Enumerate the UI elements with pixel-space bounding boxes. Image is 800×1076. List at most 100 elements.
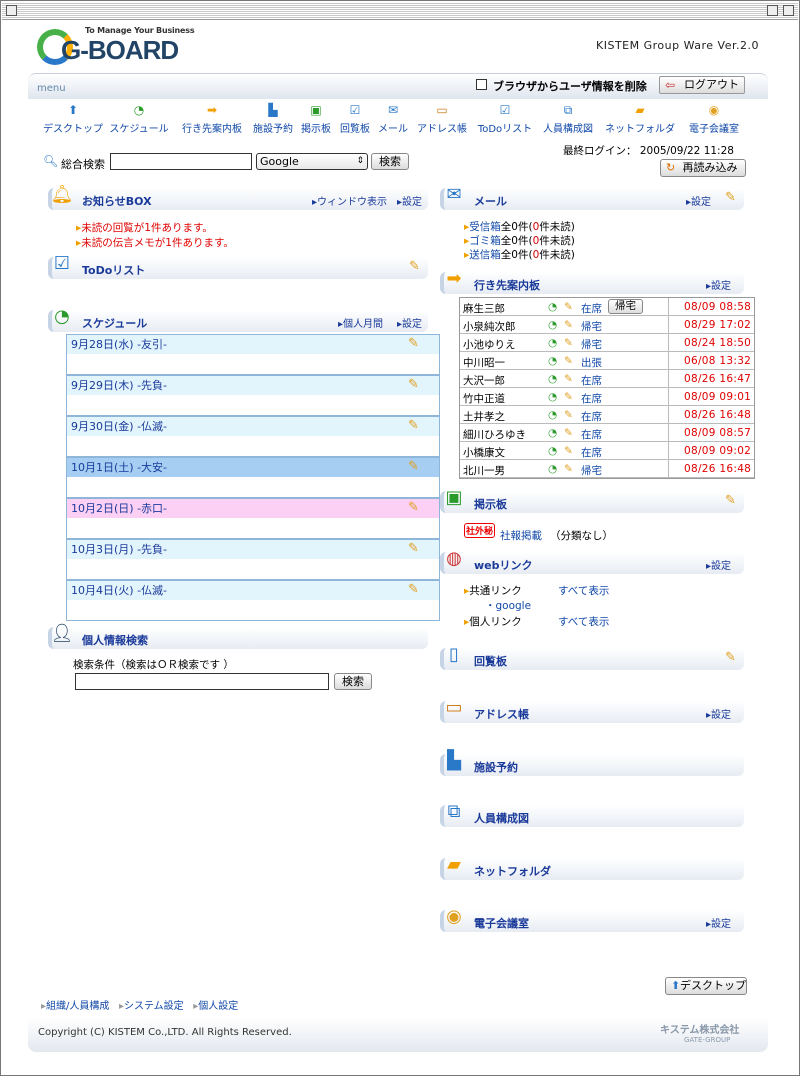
clock-icon[interactable]: ◔ bbox=[548, 355, 557, 367]
weblink-settings-link[interactable]: ▸設定 bbox=[706, 557, 731, 572]
member-status[interactable]: 在席 bbox=[581, 427, 602, 442]
notice-window-link[interactable]: ▸ウィンドウ表示 bbox=[312, 193, 387, 208]
member-status[interactable]: 在席 bbox=[581, 391, 602, 406]
edit-pen-icon[interactable]: ✎ bbox=[564, 409, 573, 421]
member-status[interactable]: 在席 bbox=[581, 373, 602, 388]
search-button[interactable]: 検索 bbox=[371, 153, 409, 170]
schedule-settings-link[interactable]: ▸設定 bbox=[397, 315, 422, 330]
bbs-title[interactable]: 掲示板 bbox=[474, 496, 507, 512]
schedule-day[interactable]: 10月3日(月) -先負- ✎ bbox=[66, 539, 440, 580]
go-home-button[interactable]: 帰宅 bbox=[608, 299, 643, 314]
clock-icon[interactable]: ◔ bbox=[548, 463, 557, 475]
edit-pen-icon[interactable]: ✎ bbox=[564, 337, 573, 349]
address-settings-link[interactable]: ▸設定 bbox=[706, 706, 731, 721]
org-title[interactable]: 人員構成図 bbox=[474, 810, 529, 826]
schedule-monthly-link[interactable]: ▸個人月間 bbox=[338, 315, 383, 330]
clock-icon[interactable]: ◔ bbox=[548, 409, 557, 421]
todo-title[interactable]: ToDoリスト bbox=[82, 262, 145, 278]
search-engine-select[interactable]: Google ⇕ bbox=[256, 153, 368, 170]
destination-title[interactable]: 行き先案内板 bbox=[474, 277, 540, 293]
schedule-day-label[interactable]: 10月4日(火) -仏滅- bbox=[67, 581, 439, 600]
edit-pen-icon[interactable]: ✎ bbox=[408, 418, 424, 434]
edit-pen-icon[interactable]: ✎ bbox=[408, 582, 424, 598]
clock-icon[interactable]: ◔ bbox=[548, 445, 557, 457]
collapse-box[interactable] bbox=[783, 5, 794, 16]
schedule-title[interactable]: スケジュール bbox=[82, 315, 147, 331]
nav-desktop[interactable]: ⬆ デスクトップ bbox=[41, 103, 105, 139]
clock-icon[interactable]: ◔ bbox=[548, 427, 557, 439]
close-box[interactable] bbox=[6, 5, 17, 16]
footer-link-system[interactable]: ▸システム設定 bbox=[119, 1001, 184, 1012]
schedule-day[interactable]: 10月2日(日) -赤口- ✎ bbox=[66, 498, 440, 539]
nav-circular[interactable]: ☑ 回覧板 bbox=[336, 103, 374, 139]
mail-box-item[interactable]: ▸ゴミ箱全0件(0件未読) bbox=[464, 233, 575, 248]
schedule-day[interactable]: 9月29日(木) -先負- ✎ bbox=[66, 375, 440, 416]
mail-box-item[interactable]: ▸送信箱全0件(0件未読) bbox=[464, 247, 575, 262]
schedule-day[interactable]: 9月28日(水) -友引- ✎ bbox=[66, 334, 440, 375]
logout-button[interactable]: ⇦ ログアウト bbox=[659, 76, 745, 94]
edit-pen-icon[interactable]: ✎ bbox=[408, 500, 424, 516]
edit-pen-icon[interactable]: ✎ bbox=[408, 541, 424, 557]
mail-box-name[interactable]: 受信箱 bbox=[469, 221, 501, 233]
nav-facility[interactable]: ▙ 施設予約 bbox=[249, 103, 297, 139]
nav-conference[interactable]: ◉ 電子会議室 bbox=[682, 103, 746, 139]
person-search-button[interactable]: 検索 bbox=[334, 673, 372, 690]
edit-pen-icon[interactable]: ✎ bbox=[564, 319, 573, 331]
nav-address[interactable]: ▭ アドレス帳 bbox=[414, 103, 470, 139]
footer-link-personal[interactable]: ▸個人設定 bbox=[193, 1001, 238, 1012]
mail-title[interactable]: メール bbox=[474, 193, 507, 209]
edit-pen-icon[interactable]: ✎ bbox=[564, 301, 573, 313]
schedule-day-label[interactable]: 9月30日(金) -仏滅- bbox=[67, 417, 439, 436]
mail-settings-link[interactable]: ▸設定 bbox=[686, 193, 711, 208]
clock-icon[interactable]: ◔ bbox=[548, 319, 557, 331]
edit-pen-icon[interactable]: ✎ bbox=[564, 355, 573, 367]
schedule-day-label[interactable]: 9月29日(木) -先負- bbox=[67, 376, 439, 395]
netfolder-title[interactable]: ネットフォルダ bbox=[474, 863, 551, 879]
mail-box-item[interactable]: ▸受信箱全0件(0件未読) bbox=[464, 219, 575, 234]
edit-pen-icon[interactable]: ✎ bbox=[564, 463, 573, 475]
notice-settings-link[interactable]: ▸設定 bbox=[397, 193, 422, 208]
edit-pen-icon[interactable]: ✎ bbox=[408, 336, 424, 352]
schedule-day[interactable]: 10月1日(土) -大安- ✎ bbox=[66, 457, 440, 498]
schedule-day-label[interactable]: 10月1日(土) -大安- bbox=[67, 458, 439, 477]
zoom-box[interactable] bbox=[767, 5, 778, 16]
mail-box-name[interactable]: ゴミ箱 bbox=[469, 235, 501, 247]
circular-title[interactable]: 回覧板 bbox=[474, 653, 507, 669]
edit-pen-icon[interactable]: ✎ bbox=[725, 190, 741, 206]
notice-item[interactable]: ▸未読の回覧が1件あります。 bbox=[76, 220, 213, 235]
nav-mail[interactable]: ✉ メール bbox=[375, 103, 411, 139]
schedule-day[interactable]: 10月4日(火) -仏滅- ✎ bbox=[66, 580, 440, 621]
google-link[interactable]: ・google bbox=[485, 598, 531, 613]
personal-link-show-all[interactable]: すべて表示 bbox=[558, 614, 609, 629]
footer-link-org[interactable]: ▸組織/人員構成 bbox=[41, 1001, 109, 1012]
destination-settings-link[interactable]: ▸設定 bbox=[706, 277, 731, 292]
reload-button[interactable]: ↻ 再読み込み bbox=[660, 159, 746, 177]
desktop-button[interactable]: ⬆ デスクトップ bbox=[665, 977, 747, 995]
member-status[interactable]: 在席 bbox=[581, 301, 602, 316]
schedule-day-label[interactable]: 10月2日(日) -赤口- bbox=[67, 499, 439, 518]
nav-destination[interactable]: ➡ 行き先案内板 bbox=[177, 103, 247, 139]
clock-icon[interactable]: ◔ bbox=[548, 391, 557, 403]
window-titlebar[interactable] bbox=[2, 2, 798, 20]
member-status[interactable]: 帰宅 bbox=[581, 337, 602, 352]
edit-pen-icon[interactable]: ✎ bbox=[564, 373, 573, 385]
nav-todo[interactable]: ☑ ToDoリスト bbox=[474, 103, 536, 139]
mail-box-name[interactable]: 送信箱 bbox=[469, 249, 501, 261]
common-link-show-all[interactable]: すべて表示 bbox=[558, 583, 609, 598]
nav-netfolder[interactable]: ▰ ネットフォルダ bbox=[602, 103, 678, 139]
search-input[interactable] bbox=[110, 153, 252, 170]
member-status[interactable]: 出張 bbox=[581, 355, 602, 370]
bbs-item-link[interactable]: 社報掲載 bbox=[500, 528, 542, 543]
conference-title[interactable]: 電子会議室 bbox=[474, 915, 529, 931]
notice-item[interactable]: ▸未読の伝言メモが1件あります。 bbox=[76, 235, 234, 250]
person-search-input[interactable] bbox=[75, 673, 329, 690]
edit-pen-icon[interactable]: ✎ bbox=[564, 445, 573, 457]
nav-schedule[interactable]: ◔ スケジュール bbox=[107, 103, 171, 139]
edit-pen-icon[interactable]: ✎ bbox=[408, 377, 424, 393]
clock-icon[interactable]: ◔ bbox=[548, 373, 557, 385]
edit-pen-icon[interactable]: ✎ bbox=[564, 427, 573, 439]
member-status[interactable]: 帰宅 bbox=[581, 463, 602, 478]
nav-bbs[interactable]: ▣ 掲示板 bbox=[297, 103, 335, 139]
edit-pen-icon[interactable]: ✎ bbox=[408, 459, 424, 475]
edit-pen-icon[interactable]: ✎ bbox=[725, 493, 741, 509]
